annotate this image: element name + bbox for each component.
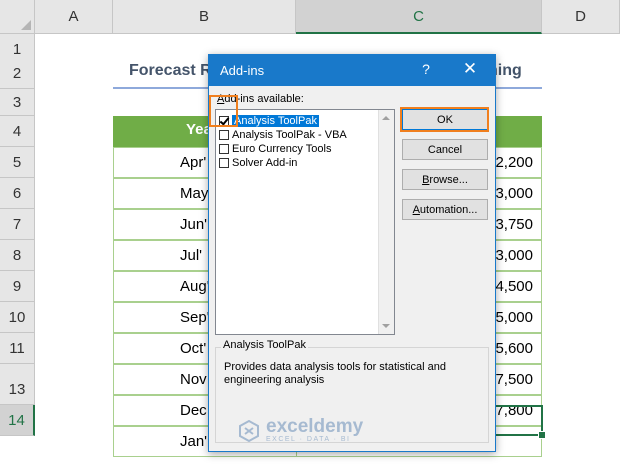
row-header-3[interactable]: 3 bbox=[0, 89, 35, 116]
list-item-euro-currency-tools[interactable]: Euro Currency Tools bbox=[219, 142, 331, 156]
column-header-c[interactable]: C bbox=[296, 0, 542, 34]
value-text: 7,500 bbox=[495, 371, 533, 388]
row-header-8[interactable]: 8 bbox=[0, 240, 35, 271]
row-header-6[interactable]: 6 bbox=[0, 178, 35, 209]
month-text: Oct' bbox=[180, 340, 207, 357]
list-item-analysis-toolpak-vba[interactable]: Analysis ToolPak - VBA bbox=[219, 128, 347, 142]
add-ins-list[interactable]: Analysis ToolPak Analysis ToolPak - VBA … bbox=[215, 109, 395, 335]
ok-button-highlight bbox=[400, 107, 489, 132]
checkbox-analysis-toolpak-vba[interactable] bbox=[219, 130, 229, 140]
value-text: 2,200 bbox=[495, 154, 533, 171]
select-all-corner[interactable] bbox=[0, 0, 35, 34]
row-header-4[interactable]: 4 bbox=[0, 116, 35, 147]
checkbox-euro-currency-tools[interactable] bbox=[219, 144, 229, 154]
exceldemy-logo-icon bbox=[238, 419, 260, 442]
row-header-7[interactable]: 7 bbox=[0, 209, 35, 240]
browse-accel: B bbox=[422, 173, 430, 186]
list-item-label: Solver Add-in bbox=[232, 157, 298, 169]
month-text: Jun' bbox=[180, 216, 208, 233]
cancel-button[interactable]: Cancel bbox=[402, 139, 488, 160]
table-title-left: Forecast R bbox=[129, 62, 212, 79]
month-text: Aug' bbox=[180, 278, 210, 295]
description-title: Analysis ToolPak bbox=[221, 339, 308, 351]
month-text: Apr' bbox=[180, 154, 207, 171]
automation-accel: A bbox=[412, 203, 420, 216]
list-item-label: Analysis ToolPak - VBA bbox=[232, 129, 347, 141]
browse-button[interactable]: Browse... bbox=[402, 169, 488, 190]
row-header-2[interactable]: 2 bbox=[0, 59, 35, 89]
month-text: May bbox=[180, 185, 209, 202]
value-text: 3,750 bbox=[495, 216, 533, 233]
column-header-d[interactable]: D bbox=[542, 0, 620, 34]
list-item-label: Analysis ToolPak bbox=[232, 115, 319, 127]
month-text: Jan' bbox=[180, 433, 208, 450]
fill-handle[interactable] bbox=[538, 431, 546, 439]
automation-label: utomation... bbox=[419, 203, 478, 216]
checkbox-highlight bbox=[209, 95, 238, 127]
watermark-name: exceldemy bbox=[266, 416, 364, 437]
list-item-label: Euro Currency Tools bbox=[232, 143, 332, 155]
row-header-14[interactable]: 14 bbox=[0, 405, 35, 436]
value-text: 5,000 bbox=[495, 309, 533, 326]
browse-label: rowse... bbox=[429, 173, 468, 186]
description-text: Provides data analysis tools for statist… bbox=[224, 361, 446, 386]
list-scrollbar[interactable] bbox=[378, 110, 394, 334]
month-text: Dec bbox=[180, 402, 207, 419]
help-icon[interactable]: ? bbox=[419, 61, 433, 77]
value-text: 4,500 bbox=[495, 278, 533, 295]
row-header-10[interactable]: 10 bbox=[0, 302, 35, 333]
automation-button[interactable]: Automation... bbox=[402, 199, 488, 220]
add-ins-dialog: Add-ins ? ✕ Add-ins available: Analysis … bbox=[208, 54, 496, 452]
dialog-title: Add-ins bbox=[220, 63, 265, 78]
scroll-down-icon[interactable] bbox=[382, 324, 390, 328]
watermark-tagline: EXCEL · DATA · BI bbox=[266, 436, 351, 443]
value-text: 3,000 bbox=[495, 247, 533, 264]
list-item-solver-add-in[interactable]: Solver Add-in bbox=[219, 156, 297, 170]
month-text: Sep' bbox=[180, 309, 210, 326]
row-header-9[interactable]: 9 bbox=[0, 271, 35, 302]
close-icon[interactable]: ✕ bbox=[461, 59, 479, 79]
row-header-13[interactable]: 13 bbox=[0, 374, 35, 405]
scroll-up-icon[interactable] bbox=[382, 116, 390, 120]
value-text: 5,600 bbox=[495, 340, 533, 357]
checkbox-solver-add-in[interactable] bbox=[219, 158, 229, 168]
row-header-11[interactable]: 11 bbox=[0, 333, 35, 364]
column-header-a[interactable]: A bbox=[35, 0, 113, 34]
month-text: Nov bbox=[180, 371, 207, 388]
row-header-5[interactable]: 5 bbox=[0, 147, 35, 178]
column-header-b[interactable]: B bbox=[113, 0, 296, 34]
month-text: Jul' bbox=[180, 247, 203, 264]
value-text: 3,000 bbox=[495, 185, 533, 202]
dialog-titlebar[interactable]: Add-ins ? ✕ bbox=[209, 55, 495, 86]
exceldemy-watermark: exceldemy EXCEL · DATA · BI bbox=[238, 416, 364, 443]
